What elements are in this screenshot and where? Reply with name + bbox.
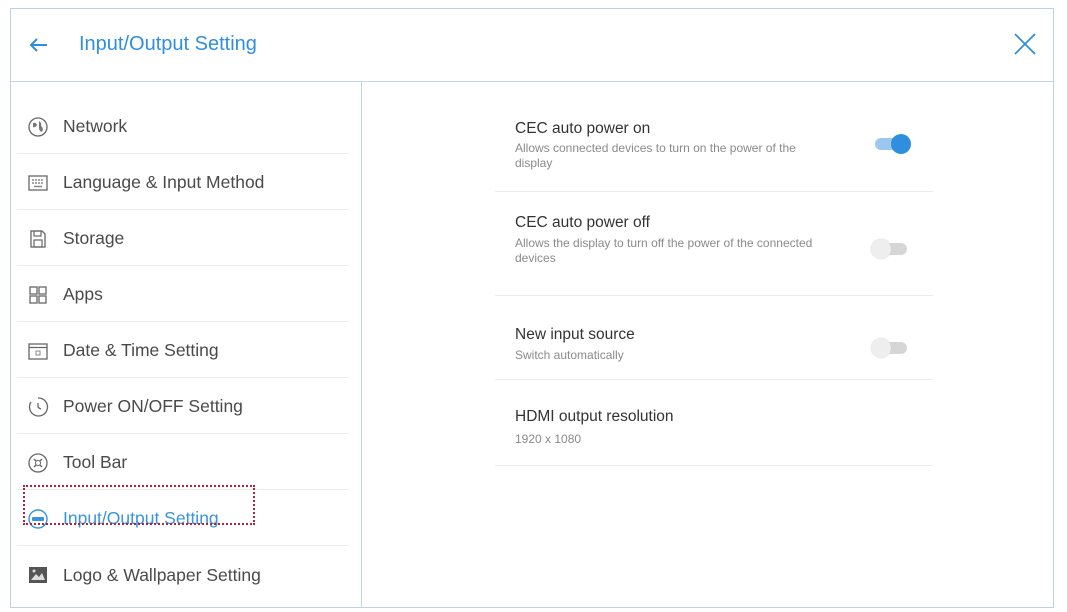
cec-auto-power-on-toggle[interactable] bbox=[871, 134, 911, 154]
sidebar-item-input-output[interactable]: Input/Output Setting bbox=[17, 485, 349, 546]
toggle-thumb bbox=[891, 134, 911, 154]
cec-auto-power-off-toggle[interactable] bbox=[871, 239, 911, 259]
storage-icon bbox=[30, 229, 46, 248]
setting-description: Switch automatically bbox=[515, 348, 624, 362]
settings-window: Input/Output Setting Network Language & bbox=[10, 8, 1054, 608]
setting-cec-auto-power-on[interactable]: CEC auto power on Allows connected devic… bbox=[495, 104, 933, 192]
sidebar-item-tool-bar[interactable]: Tool Bar bbox=[17, 436, 349, 490]
sidebar-item-logo-wallpaper[interactable]: Logo & Wallpaper Setting bbox=[17, 548, 349, 602]
sidebar-item-label: Network bbox=[63, 116, 128, 136]
sidebar-item-label: Apps bbox=[63, 284, 103, 304]
close-button[interactable] bbox=[1009, 28, 1041, 60]
setting-description: Allows the display to turn off the power… bbox=[515, 236, 813, 265]
arrow-left-icon bbox=[29, 38, 47, 52]
input-output-icon bbox=[28, 508, 48, 529]
calendar-icon bbox=[28, 342, 48, 360]
sidebar-item-language[interactable]: Language & Input Method bbox=[17, 156, 349, 210]
new-input-source-toggle[interactable] bbox=[871, 338, 911, 358]
power-timer-icon bbox=[28, 396, 49, 417]
back-button[interactable] bbox=[25, 31, 53, 59]
globe-icon bbox=[28, 116, 48, 137]
setting-description: Allows connected devices to turn on the … bbox=[515, 141, 796, 170]
sidebar-item-apps[interactable]: Apps bbox=[17, 268, 349, 322]
toolbar-icon bbox=[28, 452, 48, 473]
sidebar-item-label: Input/Output Setting bbox=[63, 508, 219, 528]
close-icon bbox=[1014, 33, 1036, 55]
keyboard-icon bbox=[28, 174, 48, 191]
settings-sidebar: Network Language & Input Method Storage bbox=[11, 82, 362, 607]
sidebar-item-date-time[interactable]: Date & Time Setting bbox=[17, 324, 349, 378]
sidebar-item-label: Storage bbox=[63, 228, 125, 248]
setting-title: CEC auto power off bbox=[515, 214, 650, 231]
sidebar-item-label: Language & Input Method bbox=[63, 172, 265, 192]
setting-hdmi-output-resolution[interactable]: HDMI output resolution 1920 x 1080 bbox=[495, 380, 933, 466]
wallpaper-icon bbox=[29, 567, 47, 583]
sidebar-item-storage[interactable]: Storage bbox=[17, 212, 349, 266]
apps-grid-icon bbox=[29, 285, 47, 304]
sidebar-item-network[interactable]: Network bbox=[17, 100, 349, 154]
setting-title: New input source bbox=[515, 326, 635, 343]
toggle-thumb bbox=[871, 338, 891, 358]
setting-new-input-source[interactable]: New input source Switch automatically bbox=[495, 296, 933, 380]
sidebar-item-power[interactable]: Power ON/OFF Setting bbox=[17, 380, 349, 434]
setting-title: HDMI output resolution bbox=[515, 408, 674, 425]
setting-cec-auto-power-off[interactable]: CEC auto power off Allows the display to… bbox=[495, 192, 933, 296]
header-bar: Input/Output Setting bbox=[11, 9, 1053, 82]
sidebar-item-label: Logo & Wallpaper Setting bbox=[63, 564, 261, 585]
resolution-value: 1920 x 1080 bbox=[515, 432, 582, 446]
sidebar-item-label: Power ON/OFF Setting bbox=[63, 396, 243, 416]
sidebar-item-label: Tool Bar bbox=[63, 452, 128, 472]
sidebar-item-label: Date & Time Setting bbox=[63, 340, 219, 360]
setting-title: CEC auto power on bbox=[515, 120, 651, 137]
page-title: Input/Output Setting bbox=[79, 33, 257, 55]
toggle-thumb bbox=[871, 239, 891, 259]
